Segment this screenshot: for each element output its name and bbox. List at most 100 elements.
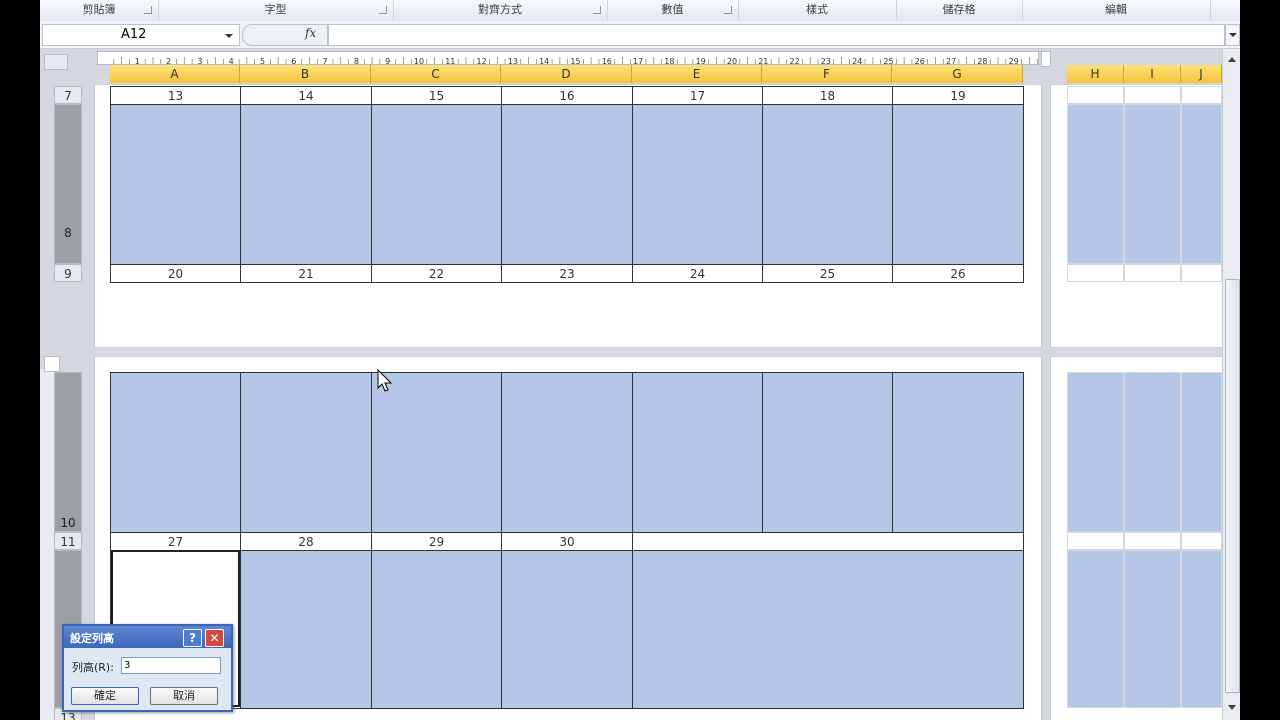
close-button[interactable]: ✕ (205, 629, 224, 647)
column-header-b[interactable]: B (240, 65, 371, 83)
row-header-10[interactable]: 10 (54, 372, 82, 532)
ribbon-group-editing[interactable]: 編輯 (1022, 0, 1211, 21)
scroll-down-icon[interactable] (1227, 704, 1237, 712)
ok-button[interactable]: 確定 (71, 687, 139, 705)
cell[interactable] (240, 104, 372, 265)
cell[interactable] (1124, 532, 1181, 550)
ribbon-group-font[interactable]: 字型 (158, 0, 394, 21)
merged-cell[interactable] (632, 550, 1024, 709)
column-header-a[interactable]: A (110, 65, 240, 83)
cell[interactable] (1124, 550, 1181, 708)
chevron-down-icon[interactable] (225, 34, 233, 38)
date-cell[interactable]: 28 (240, 532, 372, 551)
cell[interactable] (1181, 550, 1222, 708)
ribbon-group-alignment[interactable]: 對齊方式 (393, 0, 608, 21)
row-header-8[interactable]: 8 (54, 104, 82, 264)
date-cell[interactable]: 14 (240, 86, 372, 105)
cell[interactable] (240, 372, 372, 533)
cell[interactable] (501, 104, 633, 265)
date-cell[interactable]: 16 (501, 86, 633, 105)
row-header-9[interactable]: 9 (54, 264, 82, 282)
formula-input[interactable] (328, 24, 1225, 46)
cell[interactable] (110, 104, 241, 265)
cell[interactable] (1124, 104, 1181, 264)
date-cell[interactable]: 13 (110, 86, 241, 105)
date-cell[interactable]: 24 (632, 264, 763, 283)
cell[interactable] (371, 104, 502, 265)
date-cell[interactable]: 19 (892, 86, 1024, 105)
cell[interactable] (1181, 104, 1222, 264)
cell[interactable] (632, 104, 763, 265)
cell[interactable] (1067, 550, 1124, 708)
cell[interactable] (110, 372, 241, 533)
date-cell[interactable]: 18 (762, 86, 893, 105)
column-header-i[interactable]: I (1124, 65, 1181, 83)
date-cell[interactable]: 27 (110, 532, 241, 551)
date-cell[interactable]: 20 (110, 264, 241, 283)
vertical-scrollbar[interactable] (1222, 49, 1240, 720)
worksheet-area[interactable]: 1 2 3 4 5 6 7 8 9 10 11 12 13 14 15 16 17 18 19 20 21 22 23 24 2… (40, 49, 1222, 720)
row-header-11[interactable]: 11 (54, 532, 82, 550)
cell[interactable] (1181, 372, 1222, 532)
cell[interactable] (501, 550, 633, 709)
date-cell[interactable]: 15 (371, 86, 502, 105)
row-height-input[interactable]: 3 (121, 657, 221, 674)
scroll-up-icon[interactable] (1227, 55, 1237, 63)
column-header-d[interactable]: D (501, 65, 632, 83)
date-cell[interactable]: 25 (762, 264, 893, 283)
cell[interactable] (1124, 264, 1181, 282)
row-header-7[interactable]: 7 (54, 86, 82, 104)
date-cell[interactable]: 26 (892, 264, 1024, 283)
date-cell[interactable]: 30 (501, 532, 633, 551)
ribbon-group-number[interactable]: 數值 (607, 0, 739, 21)
cancel-button[interactable]: 取消 (150, 687, 218, 705)
select-all-corner[interactable] (44, 54, 68, 70)
date-cell[interactable]: 17 (632, 86, 763, 105)
merged-cell[interactable] (632, 532, 1024, 551)
help-button[interactable]: ? (183, 629, 202, 647)
name-box[interactable]: A12 (42, 24, 240, 46)
cell[interactable] (240, 550, 372, 709)
cell[interactable] (762, 104, 893, 265)
cell[interactable] (1124, 372, 1181, 532)
cell[interactable] (1181, 264, 1222, 282)
dialog-launcher-icon[interactable] (379, 6, 387, 14)
ribbon-group-styles[interactable]: 樣式 (738, 0, 897, 21)
date-cell[interactable]: 29 (371, 532, 502, 551)
date-cell[interactable]: 21 (240, 264, 372, 283)
column-header-c[interactable]: C (371, 65, 501, 83)
cell[interactable] (1181, 532, 1222, 550)
cell[interactable] (1067, 104, 1124, 264)
cell[interactable] (1181, 86, 1222, 104)
date-cell[interactable]: 23 (501, 264, 633, 283)
column-header-j[interactable]: J (1181, 65, 1222, 83)
dialog-launcher-icon[interactable] (144, 6, 152, 14)
ribbon-group-cells[interactable]: 儲存格 (896, 0, 1023, 21)
ribbon-group-clipboard[interactable]: 剪貼簿 (40, 0, 159, 21)
scroll-thumb[interactable] (1225, 279, 1240, 693)
cell[interactable] (1067, 372, 1124, 532)
dialog-launcher-icon[interactable] (724, 6, 732, 14)
cell[interactable] (1067, 532, 1124, 550)
cell[interactable] (1067, 86, 1124, 104)
dialog-title-bar[interactable]: 設定列高 ? ✕ (64, 626, 231, 648)
row-height-dialog[interactable]: 設定列高 ? ✕ 列高(R): 3 確定 取消 (62, 624, 233, 712)
excel-window: 剪貼簿 字型 對齊方式 數值 樣式 儲存格 編輯 A12 fx 1 2 3 4 … (40, 0, 1240, 720)
cell[interactable] (762, 372, 893, 533)
cell[interactable] (1124, 86, 1181, 104)
column-header-g[interactable]: G (892, 65, 1023, 83)
cell[interactable] (892, 104, 1024, 265)
expand-formula-bar-button[interactable] (1225, 24, 1240, 46)
date-cell[interactable]: 22 (371, 264, 502, 283)
column-header-f[interactable]: F (762, 65, 892, 83)
cell[interactable] (632, 372, 763, 533)
column-header-h[interactable]: H (1067, 65, 1124, 83)
cell[interactable] (371, 550, 502, 709)
cell[interactable] (371, 372, 502, 533)
column-header-e[interactable]: E (632, 65, 762, 83)
cell[interactable] (1067, 264, 1124, 282)
dialog-launcher-icon[interactable] (593, 6, 601, 14)
cell[interactable] (892, 372, 1024, 533)
insert-function-icon[interactable]: fx (305, 26, 316, 40)
cell[interactable] (501, 372, 633, 533)
